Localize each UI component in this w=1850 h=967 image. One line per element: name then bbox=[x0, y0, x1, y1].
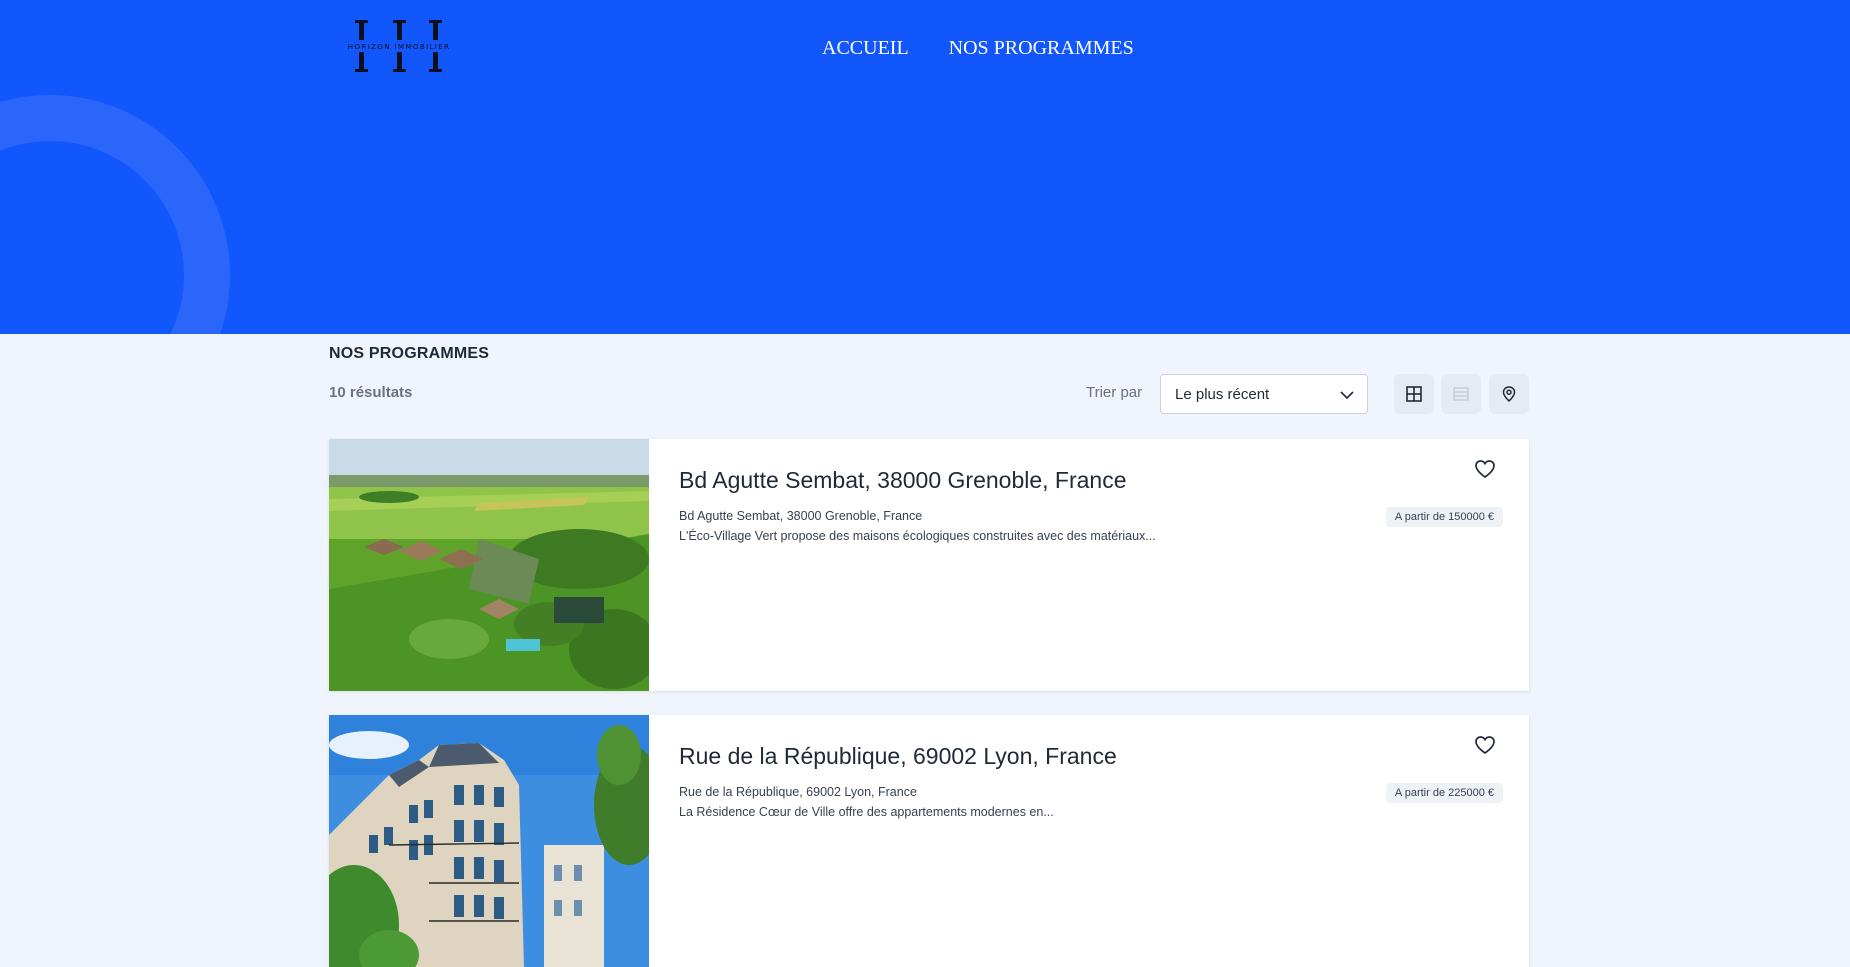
section-title: NOS PROGRAMMES bbox=[329, 345, 490, 362]
grid-view-icon bbox=[1406, 386, 1422, 402]
price-badge: A partir de 150000 € bbox=[1385, 507, 1503, 527]
program-card[interactable]: Bd Agutte Sembat, 38000 Grenoble, France… bbox=[329, 439, 1529, 691]
main-nav: ACCUEIL NOS PROGRAMMES bbox=[822, 37, 1134, 60]
aerial-countryside-photo bbox=[329, 439, 649, 691]
program-description: La Résidence Cœur de Ville offre des app… bbox=[679, 805, 1054, 819]
brand-logo[interactable]: HORIZON IMMOBILIER bbox=[329, 18, 469, 74]
sort-select[interactable]: Le plus récent bbox=[1160, 374, 1368, 414]
hero-banner: HORIZON IMMOBILIER ACCUEIL NOS PROGRAMME… bbox=[0, 0, 1850, 334]
sort-label: Trier par bbox=[1086, 384, 1143, 401]
grid-view-button[interactable] bbox=[1394, 374, 1434, 414]
price-badge: A partir de 225000 € bbox=[1385, 783, 1503, 803]
decorative-circle bbox=[0, 95, 230, 334]
program-address: Rue de la République, 69002 Lyon, France bbox=[679, 785, 917, 799]
program-title[interactable]: Rue de la République, 69002 Lyon, France bbox=[679, 743, 1117, 770]
logo-text: HORIZON IMMOBILIER bbox=[347, 42, 451, 51]
chevron-down-icon bbox=[1340, 391, 1354, 400]
map-view-button[interactable] bbox=[1489, 374, 1529, 414]
program-card[interactable]: Rue de la République, 69002 Lyon, France… bbox=[329, 715, 1529, 967]
nav-nos-programmes[interactable]: NOS PROGRAMMES bbox=[949, 37, 1134, 60]
results-count: 10 résultats bbox=[329, 384, 413, 401]
heart-icon[interactable] bbox=[1473, 733, 1497, 757]
heart-icon[interactable] bbox=[1473, 457, 1497, 481]
sort-select-value: Le plus récent bbox=[1175, 385, 1270, 403]
list-view-button[interactable] bbox=[1441, 374, 1481, 414]
nav-accueil[interactable]: ACCUEIL bbox=[822, 37, 909, 60]
program-image[interactable] bbox=[329, 715, 649, 967]
map-pin-icon bbox=[1502, 386, 1516, 403]
program-title[interactable]: Bd Agutte Sembat, 38000 Grenoble, France bbox=[679, 467, 1127, 494]
program-image[interactable] bbox=[329, 439, 649, 691]
program-description: L'Éco-Village Vert propose des maisons é… bbox=[679, 529, 1156, 543]
program-address: Bd Agutte Sembat, 38000 Grenoble, France bbox=[679, 509, 923, 523]
haussmann-building-photo bbox=[329, 715, 649, 967]
list-view-icon bbox=[1453, 387, 1469, 401]
